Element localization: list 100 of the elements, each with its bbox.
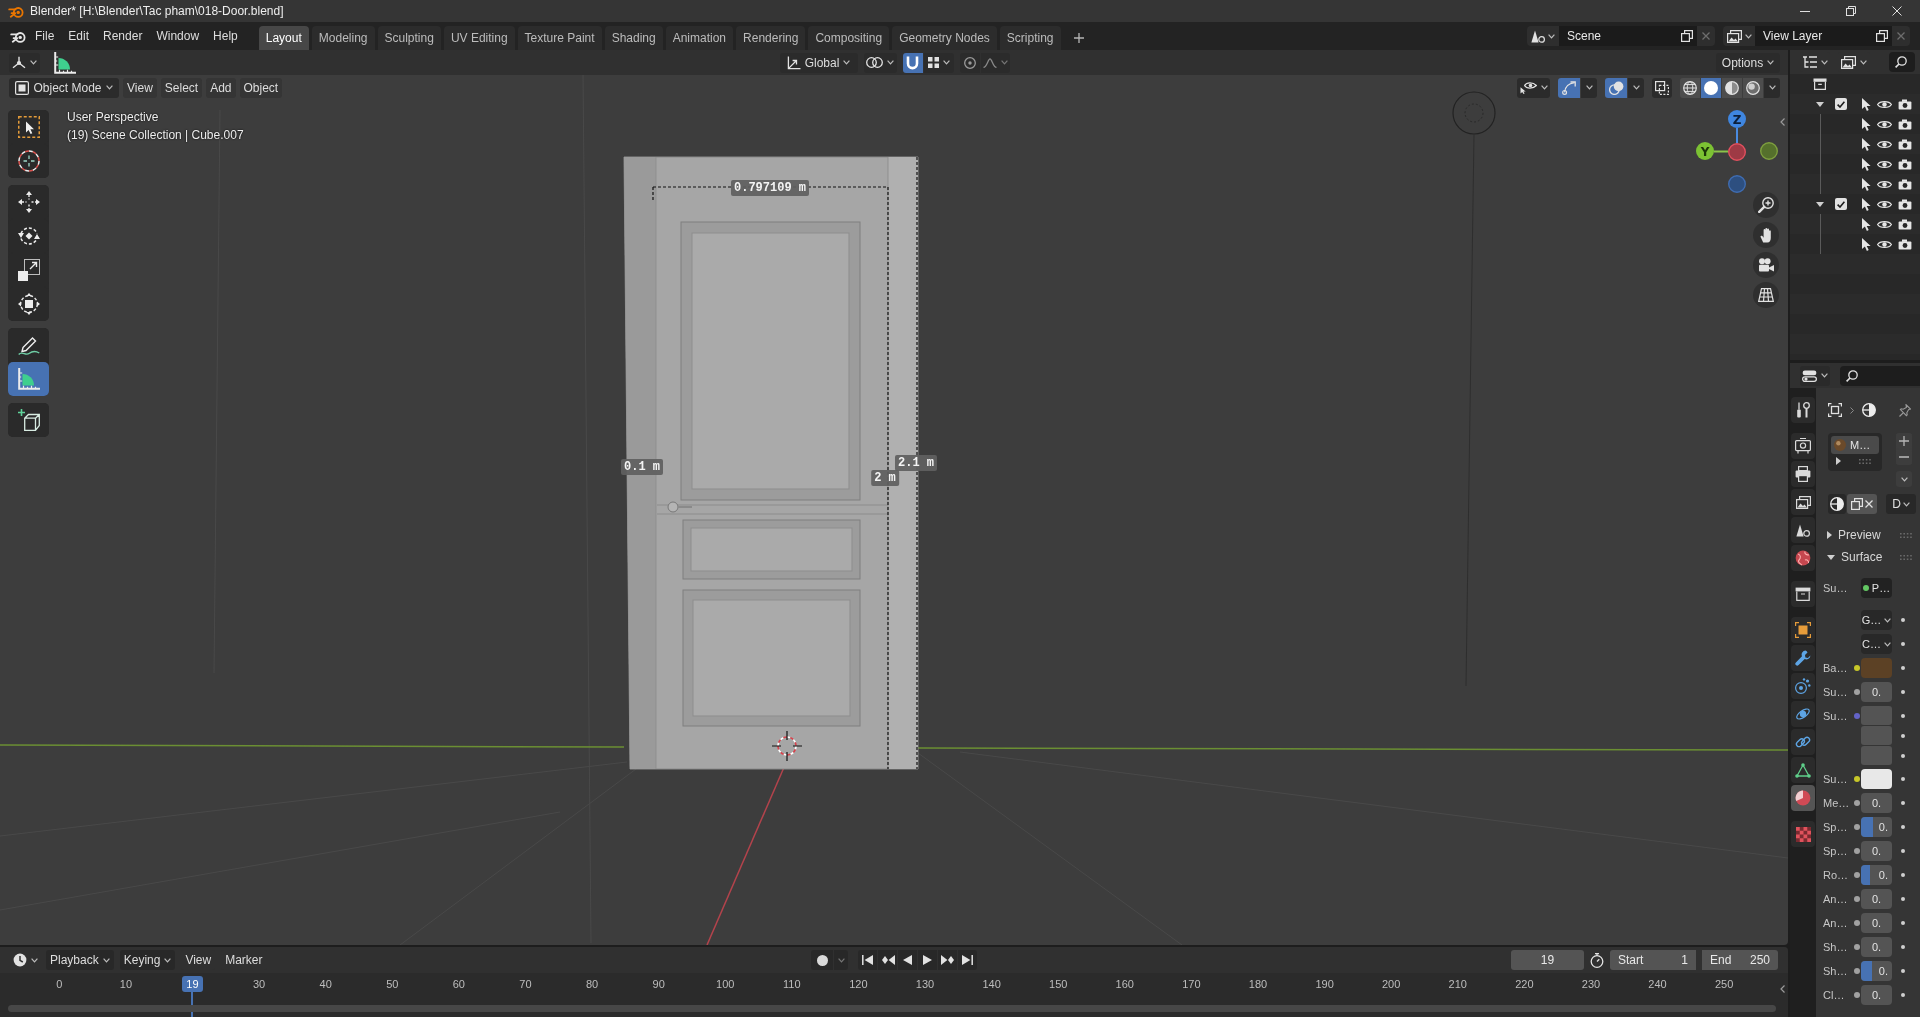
search-field[interactable] [1889, 52, 1915, 72]
eye-icon[interactable] [1877, 199, 1892, 209]
vector-field[interactable] [1861, 706, 1892, 725]
expand-arrow-icon[interactable] [1816, 101, 1824, 107]
number-field[interactable]: 0. [1861, 985, 1892, 1005]
keyframe-dot-icon[interactable] [1900, 825, 1905, 829]
shading-mode-button[interactable] [1701, 77, 1721, 98]
panel-header[interactable]: Surface [1823, 546, 1920, 568]
dropdown-field[interactable]: C… [1861, 634, 1892, 654]
number-field[interactable]: 0. [1861, 682, 1892, 702]
menu-item[interactable]: Object [239, 77, 283, 98]
new-scene-button[interactable] [1677, 26, 1697, 46]
menu-item[interactable]: Edit [61, 25, 97, 47]
link-dropdown[interactable]: D [1886, 494, 1916, 514]
keyframe-dot-icon[interactable] [1900, 690, 1905, 694]
plus-icon[interactable] [1073, 33, 1084, 43]
menu-item[interactable]: Select [160, 77, 203, 98]
slot-menu-button[interactable] [1896, 471, 1912, 487]
value-slider[interactable]: 0. [1861, 865, 1892, 885]
properties-tab[interactable] [1791, 545, 1815, 571]
chevron-left-icon[interactable] [1780, 118, 1785, 126]
browse-material-button[interactable] [1828, 494, 1846, 514]
workspace-tab[interactable]: Compositing [808, 26, 890, 50]
menu-item[interactable]: Render [96, 25, 150, 47]
number-field[interactable]: 0. [1861, 889, 1892, 909]
eye-icon[interactable] [1877, 179, 1892, 189]
axis-handle[interactable] [1728, 143, 1746, 161]
snap-toggle[interactable] [902, 52, 923, 73]
keyframe-dot-icon[interactable] [1900, 849, 1905, 853]
workspace-tab[interactable]: UV Editing [443, 26, 515, 50]
visibility-dropdown[interactable] [1517, 77, 1550, 98]
options-dropdown[interactable]: Options [1716, 52, 1780, 73]
workspace-tab[interactable]: Sculpting [377, 26, 441, 50]
overlay-dropdown[interactable] [1628, 77, 1644, 98]
keyframe-dot-icon[interactable] [1900, 969, 1905, 973]
panel-header[interactable]: Preview [1823, 524, 1920, 546]
properties-tab[interactable] [1791, 489, 1815, 515]
start-frame-field[interactable]: Start 1 [1610, 950, 1696, 970]
eye-icon[interactable] [1877, 119, 1892, 129]
new-material-button[interactable] [1847, 494, 1877, 514]
chevron-left-icon[interactable] [1780, 985, 1785, 993]
menu-item[interactable]: Window [149, 25, 207, 47]
keyframe-dot-icon[interactable] [1900, 993, 1905, 997]
new-view-layer-button[interactable] [1872, 26, 1892, 46]
shading-dropdown[interactable] [1764, 77, 1780, 98]
playback-button[interactable] [878, 950, 897, 970]
eye-icon[interactable] [1877, 99, 1892, 109]
material-slot[interactable]: M… [1831, 436, 1879, 454]
properties-tab[interactable] [1791, 729, 1815, 755]
menu-dropdown[interactable]: Keying [119, 950, 176, 970]
blender-logo-icon[interactable] [10, 29, 26, 43]
mode-dropdown[interactable]: Object Mode [9, 77, 119, 98]
tool-button[interactable] [8, 403, 49, 437]
workspace-tab[interactable]: Layout [258, 26, 309, 50]
checkbox[interactable] [1835, 98, 1847, 110]
current-frame-marker[interactable]: 19 [182, 976, 203, 992]
workspace-tab[interactable]: Texture Paint [517, 26, 602, 50]
xray-toggle[interactable] [1652, 77, 1672, 98]
tool-button[interactable] [8, 362, 49, 396]
playback-button[interactable] [858, 950, 877, 970]
zoom-button[interactable] [1753, 192, 1779, 218]
workspace-tab[interactable]: Scripting [999, 26, 1061, 50]
snap-target-dropdown[interactable] [923, 52, 954, 73]
vector-field[interactable] [1861, 726, 1892, 745]
number-field[interactable]: 0. [1861, 793, 1892, 813]
menu-item[interactable]: File [28, 25, 62, 47]
number-field[interactable]: 0. [1861, 841, 1892, 861]
workspace-tab[interactable]: Animation [665, 26, 734, 50]
restore-icon[interactable] [1846, 6, 1856, 16]
expand-arrow-icon[interactable] [1836, 457, 1841, 465]
expand-arrow-icon[interactable] [1827, 554, 1835, 560]
scene-name-field[interactable]: Scene [1559, 26, 1677, 46]
editor-type-dropdown[interactable] [9, 52, 40, 73]
eye-icon[interactable] [1877, 159, 1892, 169]
auto-keying-toggle[interactable] [811, 950, 833, 970]
pivot-point-dropdown[interactable] [863, 52, 897, 73]
orientation-dropdown[interactable]: Global [779, 52, 858, 73]
axis-handle[interactable]: Y [1696, 142, 1714, 160]
view-layer-name-field[interactable]: View Layer [1755, 26, 1872, 46]
number-field[interactable]: 0. [1861, 937, 1892, 957]
properties-tab[interactable] [1791, 673, 1815, 699]
view-layer-browse-button[interactable] [1723, 26, 1755, 46]
playback-button[interactable] [918, 950, 937, 970]
eye-icon[interactable] [1877, 139, 1892, 149]
keyframe-dot-icon[interactable] [1900, 733, 1905, 738]
menu-item[interactable]: Help [206, 25, 245, 47]
workspace-tab[interactable]: Shading [604, 26, 663, 50]
keyframe-dot-icon[interactable] [1900, 945, 1905, 949]
expand-arrow-icon[interactable] [1827, 531, 1832, 539]
projection-toggle-button[interactable] [1753, 282, 1779, 308]
keyframe-dot-icon[interactable] [1900, 777, 1905, 781]
keyframe-dot-icon[interactable] [1900, 753, 1905, 758]
shading-mode-button[interactable] [1722, 77, 1742, 98]
properties-tab[interactable] [1791, 461, 1815, 487]
shading-mode-button[interactable] [1680, 77, 1700, 98]
value-slider[interactable]: 0. [1861, 961, 1892, 981]
menu-item[interactable]: View [123, 77, 157, 98]
eye-icon[interactable] [1877, 219, 1892, 229]
end-frame-field[interactable]: End 250 [1702, 950, 1778, 970]
keyframe-dot-icon[interactable] [1900, 642, 1905, 646]
